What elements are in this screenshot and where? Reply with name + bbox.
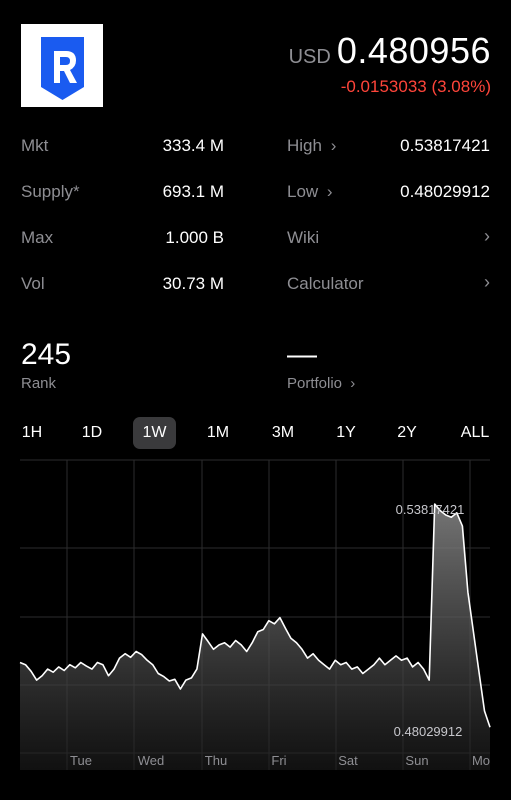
vol-value: 30.73 M	[162, 274, 224, 293]
range-1m[interactable]: 1M	[198, 417, 238, 449]
range-1h[interactable]: 1H	[12, 417, 52, 449]
max-value: 1.000 B	[165, 228, 224, 247]
rank-label: Rank	[21, 375, 57, 392]
supply-label: Supply*	[21, 182, 80, 201]
mkt-label: Mkt	[21, 136, 49, 155]
chevron-right-icon: ›	[326, 182, 333, 201]
price-row: USD 0.480956	[289, 30, 491, 72]
chart-high-label: 0.53817421	[396, 502, 465, 517]
low-value: 0.48029912	[400, 182, 490, 201]
vol-label: Vol	[21, 274, 45, 293]
high-label: High	[287, 136, 322, 155]
rank-value: 245	[21, 338, 72, 371]
time-range-selector: 1H 1D 1W 1M 3M 1Y 2Y ALL	[0, 417, 511, 449]
chevron-right-icon: ›	[350, 375, 356, 392]
wiki-label: Wiki	[287, 228, 320, 247]
supply-value: 693.1 M	[162, 182, 224, 201]
high-link[interactable]: High ›	[287, 136, 336, 156]
portfolio-link[interactable]: Portfolio ›	[287, 375, 355, 392]
range-2y[interactable]: 2Y	[387, 417, 427, 449]
high-value: 0.53817421	[400, 136, 490, 155]
chevron-right-icon: ›	[484, 272, 490, 292]
range-1y[interactable]: 1Y	[326, 417, 366, 449]
chevron-right-icon: ›	[484, 226, 490, 246]
currency-label: USD	[288, 46, 331, 68]
x-axis-label: Fri	[271, 753, 286, 768]
x-axis-label: Sun	[405, 753, 428, 768]
current-price: 0.480956	[336, 30, 491, 71]
x-axis-label: Mo	[472, 753, 490, 768]
portfolio-label: Portfolio	[287, 375, 343, 392]
price-change: -0.0153033 (3.08%)	[340, 77, 491, 96]
max-label: Max	[21, 228, 54, 247]
range-all[interactable]: ALL	[453, 417, 497, 449]
low-link[interactable]: Low ›	[287, 182, 333, 202]
range-1d[interactable]: 1D	[72, 417, 112, 449]
chart-low-label: 0.48029912	[394, 724, 463, 739]
range-3m[interactable]: 3M	[263, 417, 303, 449]
calculator-label: Calculator	[287, 274, 364, 293]
range-1w[interactable]: 1W	[133, 417, 176, 449]
x-axis-label: Thu	[205, 753, 227, 768]
wiki-link[interactable]: Wiki	[287, 228, 319, 248]
coin-logo	[21, 24, 103, 107]
portfolio-value: —	[287, 338, 317, 371]
x-axis-label: Wed	[138, 753, 165, 768]
low-label: Low	[287, 182, 319, 201]
price-chart[interactable]: 0.53817421 0.48029912 Tue Wed Thu Fri Sat Sun…	[0, 455, 511, 800]
x-axis-label: Tue	[70, 753, 92, 768]
x-axis-label: Sat	[338, 753, 358, 768]
chevron-right-icon: ›	[330, 136, 337, 155]
mkt-value: 333.4 M	[162, 136, 224, 155]
calculator-link[interactable]: Calculator	[287, 274, 364, 294]
ren-logo-icon	[41, 37, 84, 100]
